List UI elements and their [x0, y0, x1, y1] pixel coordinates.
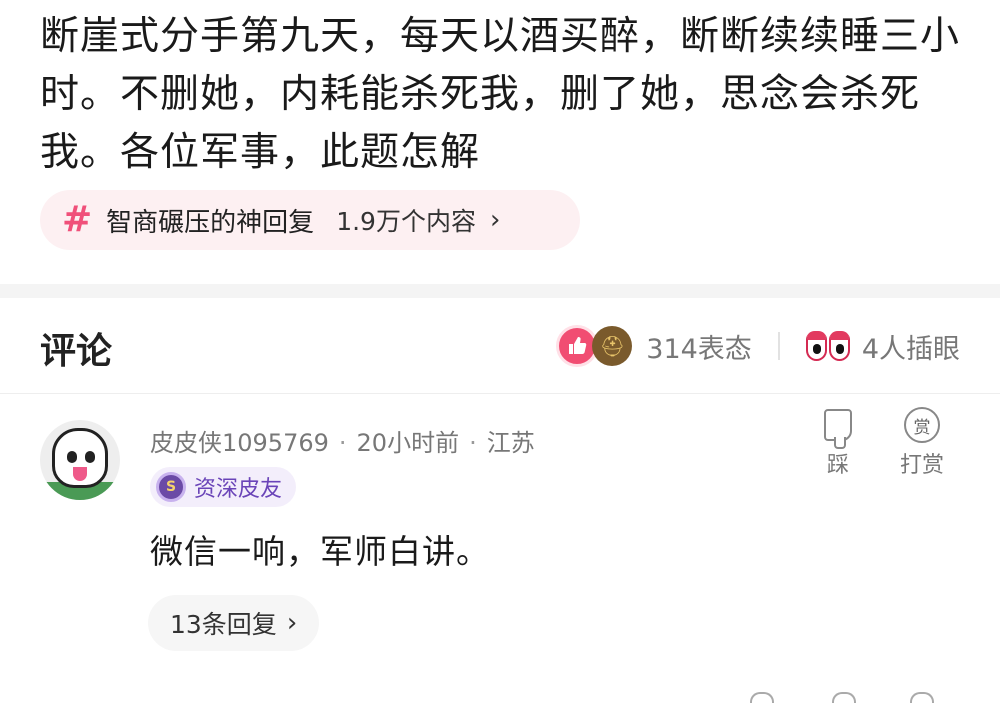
reward-label: 打赏 [899, 453, 944, 478]
comments-header: 评论 ⛑ 314表态 4人插眼 [0, 298, 1000, 394]
header-separator [777, 332, 780, 360]
medal-icon: S [156, 472, 186, 502]
reward-button[interactable]: 赏 打赏 [892, 405, 952, 479]
post-text: 断崖式分手第九天，每天以酒买醉，断断续续睡三小时。不删她，内耗能杀死我，删了她，… [40, 14, 961, 175]
view-replies-button[interactable]: 13条回复 › [148, 595, 320, 651]
eye-left [805, 331, 827, 361]
eye-right [828, 331, 850, 361]
topic-count: 1.9万个内容 [336, 207, 476, 236]
dislike-button[interactable]: 踩 [808, 405, 868, 479]
username[interactable]: 皮皮侠1095769 [150, 429, 329, 457]
badge-label: 资深皮友 [194, 477, 283, 502]
topic-chip[interactable]: # 智商碾压的神回复 1.9万个内容 › [40, 190, 580, 250]
comment-item: 皮皮侠1095769 · 20小时前 · 江苏 S 资深皮友 微信一响，军师白讲。 13… [0, 395, 1000, 703]
thumb-down-icon [824, 409, 852, 449]
comment-meta: 皮皮侠1095769 · 20小时前 · 江苏 [150, 423, 535, 458]
dislike-label: 踩 [826, 453, 849, 478]
comments-title: 评论 [40, 331, 113, 372]
chevron-right-icon: › [286, 608, 298, 638]
hash-icon: # [62, 199, 93, 240]
eyes-icon[interactable] [805, 331, 850, 361]
avatar[interactable] [40, 420, 120, 500]
replies-label: 13条回复 [170, 610, 277, 639]
reward-icon: 赏 [904, 407, 940, 443]
chevron-right-icon: › [489, 205, 501, 235]
comment-location: 江苏 [486, 429, 535, 457]
helmet-reaction-icon[interactable]: ⛑ [592, 326, 633, 366]
topic-title: 智商碾压的神回复 [106, 207, 315, 238]
next-comment-actions-peek [740, 692, 940, 703]
section-divider [0, 284, 1000, 298]
reactions-bar: ⛑ 314表态 4人插眼 [556, 324, 960, 368]
avatar-face [52, 428, 108, 488]
meta-dot: · [469, 429, 477, 457]
comment-time: 20小时前 [356, 429, 460, 457]
insert-count[interactable]: 4人插眼 [862, 327, 960, 366]
user-badge[interactable]: S 资深皮友 [150, 467, 297, 507]
meta-dot: · [338, 429, 347, 457]
reaction-count[interactable]: 314表态 [646, 327, 752, 366]
comment-body: 微信一响，军师白讲。 [150, 532, 490, 571]
